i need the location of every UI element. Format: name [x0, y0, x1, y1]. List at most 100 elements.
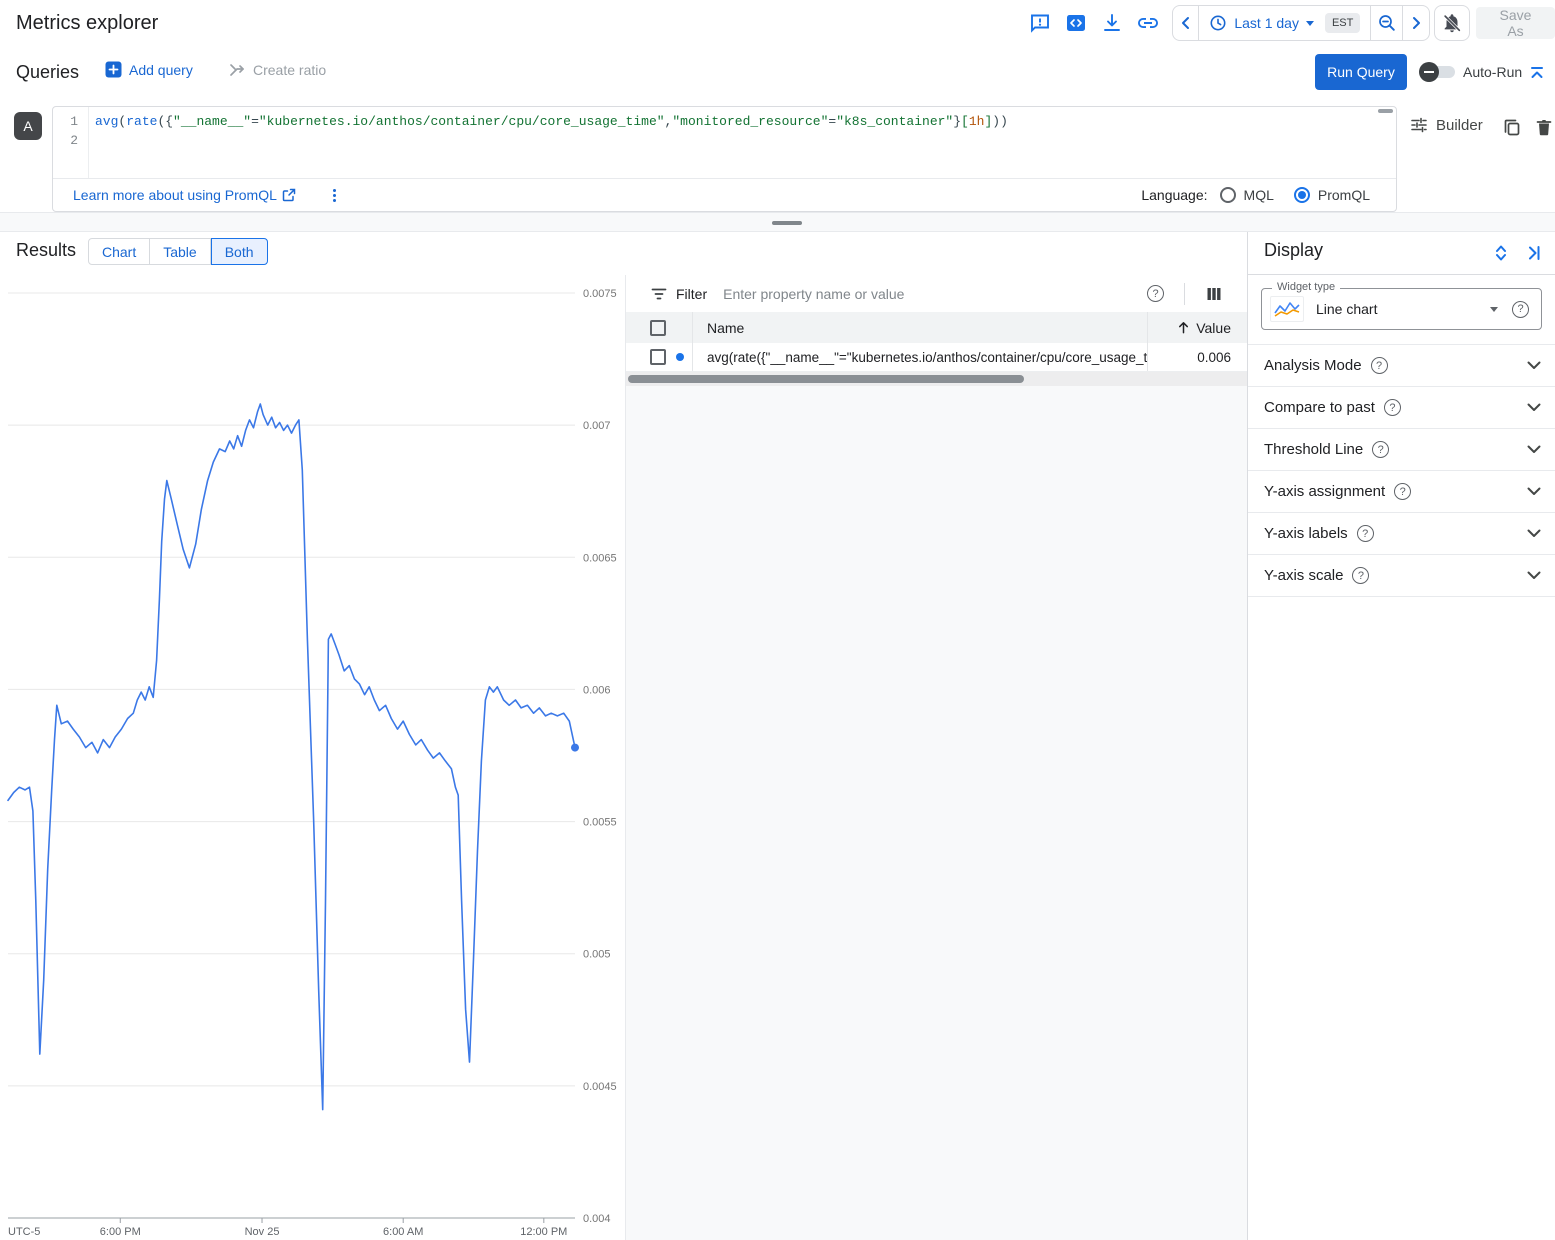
metrics-explorer-app: Metrics explorer Last 1 day EST — [0, 0, 1555, 1240]
learn-more-link[interactable]: Learn more about using PromQL — [73, 187, 296, 203]
line-number-gutter: 1 2 — [53, 107, 89, 178]
collapse-up-icon — [1528, 64, 1546, 82]
feedback-icon — [1028, 11, 1052, 35]
time-range-control: Last 1 day EST — [1172, 5, 1430, 41]
svg-text:0.0045: 0.0045 — [583, 1081, 617, 1093]
top-bar: Metrics explorer Last 1 day EST — [0, 0, 1555, 47]
scrollbar-thumb[interactable] — [628, 375, 1024, 383]
help-icon[interactable]: ? — [1394, 483, 1411, 500]
svg-text:0.005: 0.005 — [583, 949, 611, 961]
svg-text:0.007: 0.007 — [583, 420, 611, 432]
svg-text:0.004: 0.004 — [583, 1213, 611, 1225]
link-icon — [1136, 11, 1160, 35]
name-column-header[interactable]: Name — [693, 312, 1147, 343]
header-checkbox-cell — [626, 312, 693, 343]
help-icon[interactable]: ? — [1384, 399, 1401, 416]
expand-sections-button[interactable] — [1491, 243, 1511, 263]
resize-handle[interactable] — [772, 221, 802, 225]
time-back-button[interactable] — [1173, 6, 1198, 40]
filter-help-icon[interactable]: ? — [1147, 285, 1164, 302]
option-y-axis-scale[interactable]: Y-axis scale ? — [1248, 555, 1555, 597]
collapse-panel-button[interactable] — [1523, 243, 1543, 263]
alerts-off-button[interactable] — [1434, 5, 1470, 41]
display-options-list: Analysis Mode ? Compare to past ? Thresh… — [1248, 344, 1555, 597]
collapse-queries-button[interactable] — [1528, 64, 1546, 82]
save-as-button[interactable]: Save As — [1476, 7, 1555, 39]
time-range-label: Last 1 day — [1234, 15, 1299, 31]
share-link-button[interactable] — [1136, 11, 1160, 35]
widget-type-select[interactable]: Widget type Line chart ? — [1261, 288, 1542, 330]
chevron-down-icon — [1306, 21, 1314, 26]
time-range-selector[interactable]: Last 1 day EST — [1198, 6, 1370, 40]
column-settings-icon[interactable] — [1205, 285, 1223, 303]
promql-label: PromQL — [1318, 187, 1370, 203]
mql-label: MQL — [1244, 187, 1274, 203]
option-label: Compare to past — [1264, 399, 1375, 416]
zoom-out-time-button[interactable] — [1370, 6, 1401, 40]
option-label: Y-axis labels — [1264, 525, 1348, 542]
radio-mql[interactable] — [1220, 187, 1236, 203]
line-chart-panel[interactable]: 0.0040.00450.0050.00550.0060.00650.0070.… — [0, 275, 620, 1240]
chevron-down-icon — [1527, 361, 1541, 370]
table-horizontal-scrollbar — [626, 372, 1247, 386]
download-button[interactable] — [1100, 11, 1124, 35]
time-forward-button[interactable] — [1402, 6, 1429, 40]
value-column-header[interactable]: Value — [1147, 312, 1247, 343]
tab-table[interactable]: Table — [150, 238, 210, 265]
queries-bar: Queries Add query Create ratio Run Query… — [0, 46, 1555, 98]
feedback-button[interactable] — [1028, 11, 1052, 35]
editor-more-menu-button[interactable] — [326, 186, 344, 204]
help-icon[interactable]: ? — [1357, 525, 1374, 542]
option-y-axis-assignment[interactable]: Y-axis assignment ? — [1248, 471, 1555, 513]
svg-text:0.0075: 0.0075 — [583, 288, 617, 300]
code-icon — [1064, 11, 1088, 35]
code-editor[interactable]: 1 2 avg(rate({"__name__"="kubernetes.io/… — [53, 107, 1396, 178]
trash-icon — [1534, 117, 1554, 137]
tab-chart[interactable]: Chart — [88, 238, 150, 265]
editor-scrollbar[interactable] — [1378, 109, 1393, 113]
auto-run-toggle[interactable] — [1419, 62, 1455, 82]
option-analysis-mode[interactable]: Analysis Mode ? — [1248, 345, 1555, 387]
filter-input[interactable]: Enter property name or value — [723, 286, 1147, 302]
option-y-axis-labels[interactable]: Y-axis labels ? — [1248, 513, 1555, 555]
select-all-checkbox[interactable] — [650, 320, 666, 336]
line-chart[interactable]: 0.0040.00450.0050.00550.0060.00650.0070.… — [0, 275, 620, 1240]
line-number: 1 — [53, 112, 78, 131]
help-icon[interactable]: ? — [1352, 567, 1369, 584]
option-compare-to-past[interactable]: Compare to past ? — [1248, 387, 1555, 429]
panel-resize-strip — [0, 212, 1555, 232]
table-filter-bar: Filter Enter property name or value ? — [626, 275, 1247, 312]
run-query-button[interactable]: Run Query — [1315, 54, 1407, 90]
value-column-label: Value — [1196, 320, 1231, 336]
promql-query-text[interactable]: avg(rate({"__name__"="kubernetes.io/anth… — [89, 107, 1008, 178]
help-icon[interactable]: ? — [1371, 357, 1388, 374]
svg-text:6:00 AM: 6:00 AM — [383, 1226, 423, 1238]
help-icon[interactable]: ? — [1372, 441, 1389, 458]
tab-both[interactable]: Both — [211, 238, 268, 265]
delete-query-button[interactable] — [1534, 117, 1554, 137]
add-box-icon — [105, 61, 122, 78]
toggle-knob — [1419, 62, 1439, 82]
create-ratio-button[interactable]: Create ratio — [228, 61, 326, 79]
row-checkbox[interactable] — [650, 349, 666, 365]
table-empty-area — [626, 386, 1247, 1240]
widget-type-help-icon[interactable]: ? — [1512, 301, 1529, 318]
table-row[interactable]: avg(rate({"__name__"="kubernetes.io/anth… — [626, 343, 1247, 372]
svg-text:0.006: 0.006 — [583, 684, 611, 696]
widget-type-label: Widget type — [1272, 281, 1340, 293]
chevron-left-icon — [1178, 15, 1194, 31]
option-threshold-line[interactable]: Threshold Line ? — [1248, 429, 1555, 471]
chevron-down-icon — [1527, 445, 1541, 454]
radio-promql[interactable] — [1294, 187, 1310, 203]
results-header: Results Chart Table Both — [0, 232, 1247, 275]
svg-text:0.0065: 0.0065 — [583, 552, 617, 564]
builder-toggle-button[interactable]: Builder — [1410, 116, 1483, 134]
option-label: Y-axis assignment — [1264, 483, 1385, 500]
option-label: Y-axis scale — [1264, 567, 1343, 584]
display-panel: Display Widget type Line chart ? Analysi… — [1247, 232, 1555, 1240]
chevron-down-icon — [1527, 487, 1541, 496]
duplicate-query-button[interactable] — [1502, 117, 1522, 137]
add-query-button[interactable]: Add query — [105, 61, 193, 78]
view-code-button[interactable] — [1064, 11, 1088, 35]
builder-label: Builder — [1436, 117, 1483, 134]
